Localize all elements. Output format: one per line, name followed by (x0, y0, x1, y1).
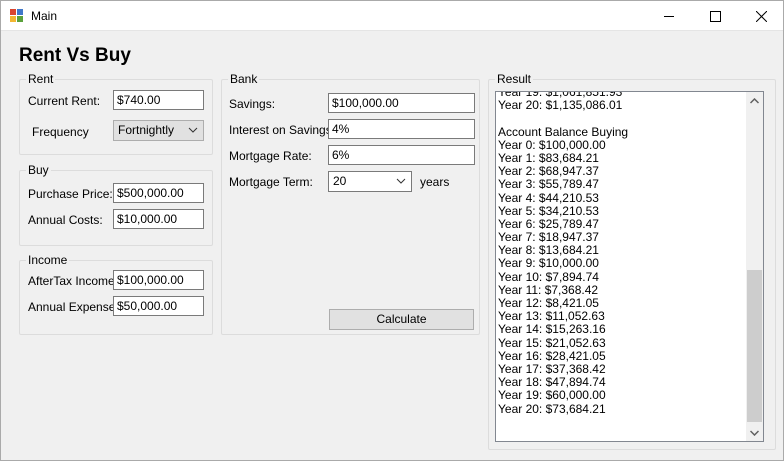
bank-group-label: Bank (228, 72, 260, 86)
scroll-up-button[interactable] (746, 92, 763, 109)
mortgage-term-select[interactable]: 20 (328, 171, 412, 192)
result-line: Year 16: $28,421.05 (498, 348, 606, 363)
buy-group: Buy (19, 163, 213, 246)
mortgage-term-label: Mortgage Term: (229, 175, 313, 189)
chevron-down-icon (396, 178, 406, 184)
mortgage-rate-input[interactable]: 6% (328, 145, 475, 165)
annual-expenses-input[interactable]: $50,000.00 (113, 296, 204, 316)
page-title: Rent Vs Buy (19, 45, 131, 66)
savings-label: Savings: (229, 97, 276, 111)
title-bar[interactable]: Main (1, 1, 783, 31)
result-line: Year 0: $100,000.00 (498, 137, 606, 152)
result-line: Year 4: $44,210.53 (498, 190, 599, 205)
maximize-button[interactable] (692, 1, 738, 31)
result-line: Year 14: $15,263.16 (498, 322, 606, 337)
close-button[interactable] (738, 1, 784, 31)
chevron-up-icon (750, 97, 759, 104)
buy-group-label: Buy (26, 163, 51, 177)
frequency-value: Fortnightly (118, 123, 175, 137)
bank-group: Bank (221, 72, 480, 335)
result-line: Year 20: $1,135,086.01 (498, 98, 623, 113)
minimize-icon (664, 16, 674, 17)
result-line: Account Balance Buying (498, 124, 629, 139)
result-line: Year 10: $7,894.74 (498, 269, 599, 284)
purchase-price-input[interactable]: $500,000.00 (113, 183, 204, 203)
scroll-down-button[interactable] (746, 424, 763, 441)
aftertax-income-input[interactable]: $100,000.00 (113, 270, 204, 290)
result-lines: Year 19: $1,061,851.93 Year 20: $1,135,0… (498, 92, 744, 416)
interest-on-savings-input[interactable]: 4% (328, 119, 475, 139)
result-line: Year 3: $55,789.47 (498, 177, 599, 192)
result-line (498, 112, 744, 125)
window-title: Main (31, 9, 58, 23)
current-rent-label: Current Rent: (28, 94, 101, 108)
mortgage-rate-label: Mortgage Rate: (229, 149, 312, 163)
annual-expenses-label: Annual Expenses: (28, 300, 125, 314)
purchase-price-label: Purchase Price: (28, 187, 113, 201)
years-label: years (420, 175, 450, 189)
calculate-button[interactable]: Calculate (329, 309, 474, 330)
result-line: Year 5: $34,210.53 (498, 203, 599, 218)
result-line: Year 15: $21,052.63 (498, 335, 606, 350)
result-textbox[interactable]: Year 19: $1,061,851.93 Year 20: $1,135,0… (495, 91, 764, 442)
frequency-label: Frequency (32, 125, 89, 139)
current-rent-input[interactable]: $740.00 (113, 90, 204, 110)
savings-input[interactable]: $100,000.00 (328, 93, 475, 113)
maximize-icon (709, 10, 721, 22)
result-line: Year 19: $60,000.00 (498, 388, 606, 403)
result-line: Year 20: $73,684.21 (498, 401, 606, 416)
close-icon (755, 10, 767, 22)
app-icon (10, 9, 24, 23)
interest-on-savings-label: Interest on Savings: (229, 123, 336, 137)
result-group-label: Result (495, 72, 534, 86)
rent-group-label: Rent (26, 72, 56, 86)
mortgage-term-value: 20 (333, 174, 347, 188)
chevron-down-icon (750, 429, 759, 436)
scrollbar-thumb[interactable] (747, 270, 762, 422)
income-group-label: Income (26, 253, 70, 267)
aftertax-income-label: AfterTax Income: (28, 274, 119, 288)
result-line: Year 9: $10,000.00 (498, 256, 599, 271)
vertical-scrollbar[interactable] (746, 92, 763, 441)
chevron-down-icon (188, 127, 198, 133)
frequency-select[interactable]: Fortnightly (113, 120, 204, 141)
annual-costs-label: Annual Costs: (28, 213, 103, 227)
minimize-button[interactable] (646, 1, 692, 31)
annual-costs-input[interactable]: $10,000.00 (113, 209, 204, 229)
main-window: Main Rent Vs Buy Rent Current Rent: $740… (0, 0, 784, 461)
